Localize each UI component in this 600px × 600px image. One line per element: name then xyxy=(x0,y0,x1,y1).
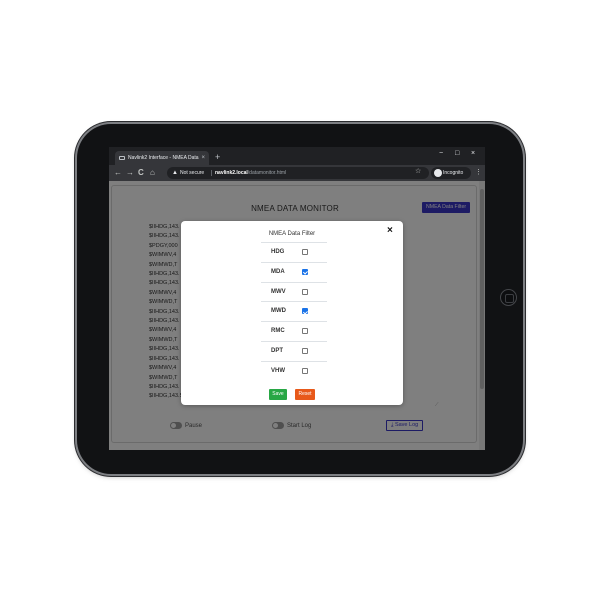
close-icon[interactable]: × xyxy=(387,226,393,236)
incognito-badge[interactable]: Incognito xyxy=(431,167,471,179)
url-path: /datamonitor.html xyxy=(247,170,287,176)
tab-favicon-icon xyxy=(119,156,125,160)
tablet-home-button xyxy=(500,289,517,306)
filter-checkbox-mda[interactable] xyxy=(302,268,308,275)
filter-row-vhw: VHW xyxy=(261,360,327,380)
filter-checkbox-vhw[interactable] xyxy=(302,367,308,374)
reset-button[interactable]: Reset xyxy=(295,389,315,400)
filter-label: RMC xyxy=(271,328,285,335)
security-label: Not secure xyxy=(180,170,205,176)
filter-label: MWV xyxy=(271,288,286,295)
maximize-icon[interactable]: □ xyxy=(455,150,459,157)
filter-row-hdg: HDG xyxy=(261,242,327,261)
url-host: navlink2.local/datamonitor.html xyxy=(215,170,287,176)
modal-title: NMEA Data Filter xyxy=(268,231,316,237)
filter-label: VHW xyxy=(271,367,285,374)
home-icon[interactable]: ⌂ xyxy=(150,168,155,178)
filter-label: MDA xyxy=(271,268,285,275)
filter-label: DPT xyxy=(271,348,283,354)
incognito-icon xyxy=(434,169,442,177)
address-toolbar: ← → C ⌂ ▲ Not secure navlink2.local/data… xyxy=(109,165,485,181)
tab-navlink2[interactable]: Navlink2 Interface - NMEA Data × xyxy=(115,151,209,165)
tab-title: Navlink2 Interface - NMEA Data xyxy=(128,155,199,161)
url-bar[interactable]: ▲ Not secure navlink2.local/datamonitor.… xyxy=(167,167,429,179)
filter-checkbox-hdg[interactable] xyxy=(302,249,308,255)
reload-icon[interactable]: C xyxy=(138,168,144,178)
incognito-label: Incognito xyxy=(443,170,464,176)
browser-window: Navlink2 Interface - NMEA Data × + − □ ×… xyxy=(109,147,485,450)
forward-icon[interactable]: → xyxy=(126,168,134,178)
filter-checkbox-mwd[interactable] xyxy=(302,308,308,315)
close-window-icon[interactable]: × xyxy=(471,150,475,157)
filter-label: MWD xyxy=(271,308,286,315)
tab-strip: Navlink2 Interface - NMEA Data × + − □ × xyxy=(109,147,485,165)
new-tab-button[interactable]: + xyxy=(215,151,220,163)
filter-row-mwv: MWV xyxy=(261,281,327,301)
filter-checkbox-rmc[interactable] xyxy=(302,328,308,335)
back-icon[interactable]: ← xyxy=(114,168,122,178)
filter-row-dpt: DPT xyxy=(261,341,327,360)
save-button[interactable]: Save xyxy=(269,389,287,400)
filter-checkbox-dpt[interactable] xyxy=(302,348,308,354)
warning-icon: ▲ xyxy=(172,170,178,176)
minimize-icon[interactable]: − xyxy=(439,150,443,157)
filter-checkbox-mwv[interactable] xyxy=(302,288,308,295)
url-separator xyxy=(211,170,212,176)
bookmark-star-icon[interactable]: ☆ xyxy=(415,167,421,175)
filter-row-mwd: MWD xyxy=(261,301,327,320)
nmea-filter-modal: NMEA Data Filter × HDG MDA MWV MWD RMC DPT VHW… xyxy=(181,221,403,405)
tab-close-icon[interactable]: × xyxy=(201,151,205,165)
filter-row-mda: MDA xyxy=(261,261,327,281)
filter-row-rmc: RMC xyxy=(261,321,327,340)
menu-icon[interactable]: ⋮ xyxy=(475,168,482,176)
filter-label: HDG xyxy=(271,249,285,255)
